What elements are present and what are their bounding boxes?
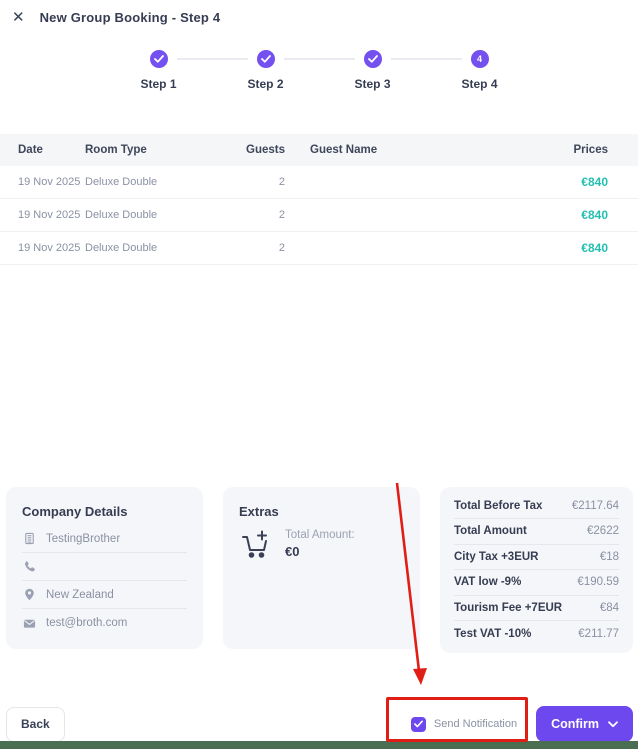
bottom-edge-bar (0, 741, 638, 749)
company-location-row: New Zealand (22, 581, 187, 609)
company-email-row: test@broth.com (22, 609, 187, 637)
totals-label: Test VAT -10% (454, 627, 532, 640)
back-button[interactable]: Back (6, 706, 65, 742)
modal-footer: Back Send Notification Confirm (6, 706, 633, 742)
location-pin-icon (22, 588, 36, 602)
extras-total-label: Total Amount: (285, 529, 355, 541)
cell-price: €840 (581, 175, 608, 189)
totals-row-total-amount: Total Amount €2622 (454, 519, 619, 545)
totals-card: Total Before Tax €2117.64 Total Amount €… (440, 487, 633, 653)
company-email: test@broth.com (46, 617, 128, 629)
step-4-label: Step 4 (461, 77, 498, 91)
step-3: Step 3 (355, 50, 391, 91)
totals-label: City Tax +3EUR (454, 550, 539, 563)
table-row: 19 Nov 2025 Deluxe Double 2 €840 (0, 166, 638, 199)
check-icon (367, 55, 378, 63)
totals-value: €211.77 (578, 627, 619, 640)
step-3-circle[interactable] (363, 50, 382, 68)
envelope-icon (22, 616, 36, 630)
totals-label: Total Amount (454, 525, 527, 538)
confirm-button-label: Confirm (551, 717, 599, 731)
cell-date: 19 Nov 2025 (18, 242, 81, 254)
totals-row-city-tax: City Tax +3EUR €18 (454, 545, 619, 570)
step-2-label: Step 2 (247, 77, 284, 91)
summary-cards: Company Details TestingBrother New Zeala… (6, 487, 633, 653)
phone-icon (22, 560, 36, 574)
chevron-down-icon (608, 720, 618, 727)
totals-row-tourism-fee: Tourism Fee +7EUR €84 (454, 596, 619, 621)
totals-value: €2117.64 (571, 499, 619, 512)
company-details-title: Company Details (22, 504, 128, 519)
table-row: 19 Nov 2025 Deluxe Double 2 €840 (0, 199, 638, 232)
col-header-prices: Prices (573, 144, 608, 156)
modal-header: ✕ New Group Booking - Step 4 (0, 0, 638, 34)
col-header-date: Date (18, 144, 43, 156)
company-phone-row (22, 553, 187, 581)
step-2: Step 2 (248, 50, 284, 91)
wizard-stepper: Step 1 Step 2 Step 3 4 Step 4 (0, 50, 638, 91)
cell-guests: 2 (278, 209, 285, 221)
step-4-number: 4 (476, 54, 482, 64)
check-icon (260, 55, 271, 63)
building-icon (22, 532, 36, 546)
check-icon (153, 55, 164, 63)
step-3-label: Step 3 (354, 77, 391, 91)
extras-card: Extras Total Amount: €0 (223, 487, 420, 649)
totals-row-test-vat: Test VAT -10% €211.77 (454, 621, 619, 647)
company-details-card: Company Details TestingBrother New Zeala… (6, 487, 203, 649)
table-header-row: Date Room Type Guests Guest Name Prices (0, 134, 638, 166)
company-location: New Zealand (46, 588, 114, 601)
company-rows: TestingBrother New Zealand test@broth.co… (22, 525, 187, 637)
totals-row-vat-low: VAT low -9% €190.59 (454, 570, 619, 596)
stepper-connector (176, 58, 248, 60)
cell-guests: 2 (278, 176, 285, 188)
extras-total: Total Amount: €0 (285, 529, 355, 559)
company-name-row: TestingBrother (22, 525, 187, 553)
company-name: TestingBrother (46, 532, 121, 545)
cell-price: €840 (581, 241, 608, 255)
totals-value: €2622 (587, 525, 619, 538)
cell-room-type: Deluxe Double (85, 242, 158, 254)
cell-price: €840 (581, 208, 608, 222)
cell-room-type: Deluxe Double (85, 176, 158, 188)
col-header-guest-name: Guest Name (310, 144, 378, 156)
cell-date: 19 Nov 2025 (18, 176, 81, 188)
stepper-connector (283, 58, 355, 60)
extras-title: Extras (239, 504, 279, 519)
group-booking-modal: { "header": { "title": "New Group Bookin… (0, 0, 638, 749)
cell-date: 19 Nov 2025 (18, 209, 81, 221)
extras-body: Total Amount: €0 (239, 529, 404, 566)
col-header-guests: Guests (246, 144, 285, 156)
totals-value: €18 (599, 550, 619, 563)
step-1-label: Step 1 (140, 77, 177, 91)
step-2-circle[interactable] (256, 50, 275, 68)
col-header-room-type: Room Type (85, 144, 147, 156)
totals-row-total-before-tax: Total Before Tax €2117.64 (454, 494, 619, 519)
step-4: 4 Step 4 (462, 50, 498, 91)
booking-table: Date Room Type Guests Guest Name Prices … (0, 134, 638, 265)
totals-value: €84 (599, 601, 619, 614)
check-icon (413, 720, 423, 728)
step-1-circle[interactable] (149, 50, 168, 68)
step-1: Step 1 (141, 50, 177, 91)
step-4-circle[interactable]: 4 (470, 50, 489, 68)
totals-value: €190.59 (577, 576, 619, 589)
totals-label: Total Before Tax (454, 499, 543, 512)
cell-guests: 2 (278, 242, 285, 254)
totals-label: VAT low -9% (454, 576, 522, 589)
confirm-button[interactable]: Confirm (536, 706, 633, 742)
totals-label: Tourism Fee +7EUR (454, 601, 563, 614)
send-notification-label[interactable]: Send Notification (434, 718, 517, 730)
close-icon[interactable]: ✕ (10, 8, 27, 27)
cart-plus-icon[interactable] (239, 529, 271, 566)
page-title: New Group Booking - Step 4 (39, 9, 221, 25)
send-notification-checkbox[interactable] (410, 716, 426, 732)
table-row: 19 Nov 2025 Deluxe Double 2 €840 (0, 232, 638, 265)
send-notification-group: Send Notification (410, 716, 517, 732)
extras-total-value: €0 (285, 544, 300, 559)
stepper-connector (390, 58, 462, 60)
cell-room-type: Deluxe Double (85, 209, 158, 221)
